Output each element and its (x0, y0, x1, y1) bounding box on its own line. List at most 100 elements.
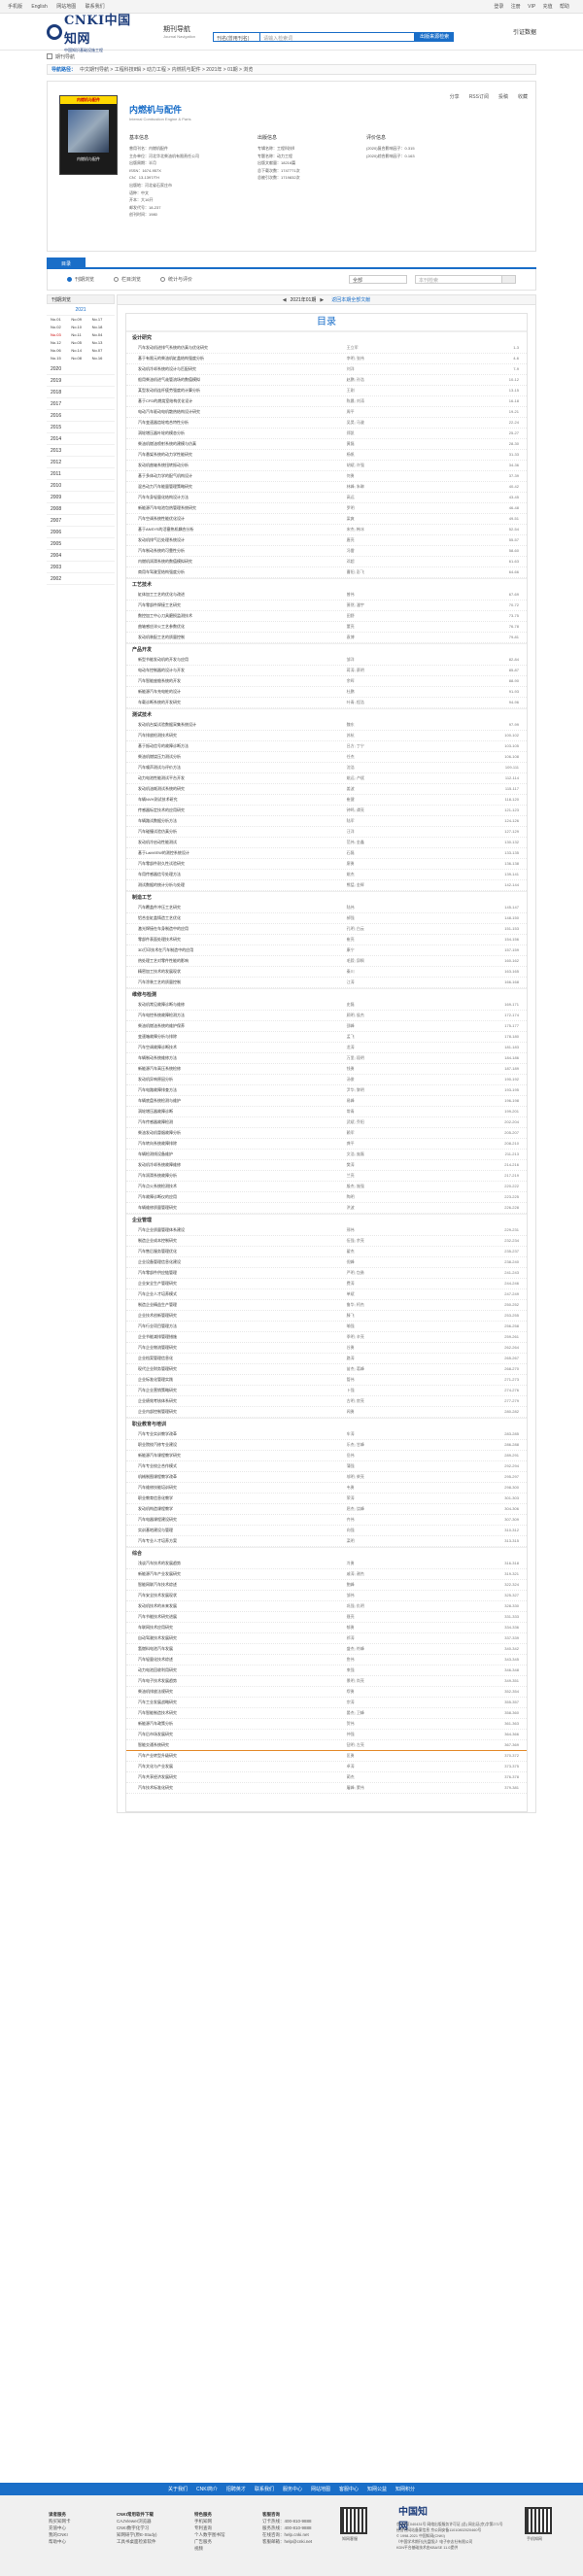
home-icon[interactable] (47, 53, 52, 59)
article-title-link[interactable]: 汽车文化与产业发展 (126, 1764, 347, 1769)
article-title-link[interactable]: 智能交通系统研究 (126, 1742, 347, 1748)
article-title-link[interactable]: 柴油发动机冒烟故障分析 (126, 1130, 347, 1136)
article-title-link[interactable]: 企业绩效考核体系研究 (126, 1398, 347, 1404)
article-title-link[interactable]: 职业院校汽修专业建设 (126, 1442, 347, 1448)
citation-data-link[interactable]: 引证数据 (513, 27, 536, 36)
article-title-link[interactable]: 内燃机润滑系统的数值模拟研究 (126, 559, 347, 565)
search-field-select[interactable]: 刊名(曾用刊名) (213, 31, 260, 42)
article-title-link[interactable]: 汽车零部件焊接工艺研究 (126, 602, 347, 608)
article-title-link[interactable]: 发动机冷却系统的设计与匹配研究 (126, 366, 347, 372)
article-title-link[interactable]: 新能源汽车电池包热管理系统研究 (126, 505, 347, 511)
article-title-link[interactable]: 汽车碰撞试验仿真分析 (126, 829, 347, 835)
article-title-link[interactable]: 汽车发动机进排气系统的仿真与优化研究 (126, 345, 347, 351)
article-title-link[interactable]: 汽车变速器齿轮啮合特性分析 (126, 420, 347, 426)
article-title-link[interactable]: 汽车电子技术发展趋势 (126, 1678, 347, 1684)
article-title-link[interactable]: 汽车企业物流管理研究 (126, 1345, 347, 1351)
year-item[interactable]: 2013 (47, 445, 115, 457)
issue-link[interactable]: No.10 (71, 325, 91, 329)
article-title-link[interactable]: 汽车电控系统故障检测方法 (126, 1013, 347, 1018)
article-title-link[interactable]: 制造企业精益生产管理 (126, 1302, 347, 1308)
article-title-link[interactable]: 发动机装配工艺的质量控制 (126, 635, 347, 640)
article-title-link[interactable]: 柴油机燃油系统的维护保养 (126, 1023, 347, 1029)
nav-path-text[interactable]: 中文期刊导航 > 工程科技Ⅱ辑 > 动力工程 > 内燃机与配件 > 2021年 … (80, 66, 253, 73)
article-title-link[interactable]: 电动车控制器的设计与开发 (126, 668, 347, 673)
issue-link[interactable]: No.14 (71, 348, 91, 353)
article-title-link[interactable]: 企业设备管理信息化建设 (126, 1259, 347, 1265)
article-title-link[interactable]: 商用车驾驶室结构强度分析 (126, 569, 347, 575)
article-title-link[interactable]: 汽车电器课程建设研究 (126, 1517, 347, 1523)
share-button[interactable]: 分享 (450, 93, 460, 100)
article-title-link[interactable]: 测试数据的统计分析与处理 (126, 882, 347, 888)
article-title-link[interactable]: 传感器标定技术的应用研究 (126, 807, 347, 813)
footer-link[interactable]: 专利查询 (194, 2524, 225, 2531)
prev-issue-button[interactable]: ◀ (283, 297, 287, 303)
year-item[interactable]: 2011 (47, 468, 115, 480)
footer-link[interactable]: 订卡热线：400-810-9888 (262, 2518, 312, 2524)
year-item[interactable]: 2008 (47, 503, 115, 515)
article-title-link[interactable]: 涡轮增压器故障诊断 (126, 1109, 347, 1115)
article-title-link[interactable]: 发动机冷启动性能测试 (126, 840, 347, 845)
article-title-link[interactable]: 汽车售后服务管理优化 (126, 1249, 347, 1254)
footer-link[interactable]: 视频 (194, 2545, 225, 2552)
article-title-link[interactable]: 动力电池回收利用研究 (126, 1667, 347, 1673)
article-title-link[interactable]: 曲轴感应淬火工艺参数优化 (126, 624, 347, 630)
article-title-link[interactable]: 新能源汽车高压系统检修 (126, 1066, 347, 1072)
article-title-link[interactable]: 车辆检测线设备维护 (126, 1151, 347, 1157)
article-title-link[interactable]: 企业档案管理信息化 (126, 1356, 347, 1361)
article-title-link[interactable]: 车用传感器信号处理方法 (126, 872, 347, 877)
article-title-link[interactable]: 车辆路试数据分析方法 (126, 818, 347, 824)
article-title-link[interactable]: 柴油机燃油喷射系统的建模与仿真 (126, 441, 347, 447)
issue-link[interactable]: No.08 (71, 356, 91, 361)
login-link[interactable]: 登录 (494, 4, 503, 10)
article-title-link[interactable]: 氢燃料电池汽车发展 (126, 1646, 347, 1652)
article-title-link[interactable]: 制造企业成本控制研究 (126, 1238, 347, 1244)
issue-link[interactable]: No.01 (51, 317, 71, 322)
article-title-link[interactable]: 发动机排气后处理系统设计 (126, 537, 347, 543)
article-title-link[interactable]: 3D打印技术在汽车制造中的应用 (126, 947, 347, 953)
search-button[interactable]: 出版来源检索 (415, 31, 455, 42)
article-title-link[interactable]: 车联网技术应用研究 (126, 1625, 347, 1631)
link-english[interactable]: English (31, 4, 47, 10)
year-item[interactable]: 2006 (47, 527, 115, 538)
article-title-link[interactable]: 基于ANSYS的活塞热机耦合分析 (126, 527, 347, 532)
article-title-link[interactable]: 汽车排放检测技术研究 (126, 733, 347, 738)
article-title-link[interactable]: 汽车电路故障排查方法 (126, 1087, 347, 1093)
footer-nav-link[interactable]: 知网积分 (395, 2486, 415, 2492)
year-item[interactable]: 2014 (47, 433, 115, 445)
footer-link[interactable]: 个人数字图书馆 (194, 2531, 225, 2538)
breadcrumb-label[interactable]: 期刊导航 (55, 53, 75, 60)
year-item[interactable]: 2019 (47, 375, 115, 387)
article-title-link[interactable]: 汽车智能座舱系统的开发 (126, 678, 347, 684)
year-item[interactable]: 2009 (47, 492, 115, 503)
article-title-link[interactable]: 基于LabVIEW的测控系统设计 (126, 850, 347, 856)
article-title-link[interactable]: 激光焊接在车身制造中的应用 (126, 926, 347, 932)
issue-link[interactable]: No.11 (71, 332, 91, 337)
issue-link[interactable]: No.17 (92, 317, 113, 322)
next-issue-button[interactable]: ▶ (320, 297, 324, 303)
article-title-link[interactable]: 汽车点火系统检测技术 (126, 1184, 347, 1189)
article-title-link[interactable]: 汽车专业人才培养方案 (126, 1538, 347, 1544)
article-title-link[interactable]: 汽车智能制造技术研究 (126, 1710, 347, 1716)
article-title-link[interactable]: 汽车产业转型升级研究 (126, 1753, 347, 1759)
article-title-link[interactable]: 零部件表面处理技术研究 (126, 937, 347, 943)
article-title-link[interactable]: 汽车空调故障诊断技术 (126, 1045, 347, 1050)
article-title-link[interactable]: 汽车零部件供应链管理 (126, 1270, 347, 1276)
issue-link[interactable]: No.05 (71, 340, 91, 345)
issue-link[interactable]: No.15 (51, 356, 71, 361)
article-title-link[interactable]: 企业安全生产管理研究 (126, 1281, 347, 1287)
article-title-link[interactable]: 汽车制动系统的可靠性分析 (126, 548, 347, 554)
article-title-link[interactable]: 企业技术创新管理研究 (126, 1313, 347, 1319)
article-title-link[interactable]: 铝合金缸盖铸造工艺优化 (126, 915, 347, 921)
journal-search-input[interactable]: 本刊检索 (415, 275, 502, 284)
article-title-link[interactable]: 新能源汽车课程教学研究 (126, 1453, 347, 1459)
article-title-link[interactable]: 新能源汽车政策分析 (126, 1721, 347, 1727)
article-title-link[interactable]: 基于CFD的燃烧室结构优化设计 (126, 398, 347, 404)
article-title-link[interactable]: 基于有限元的柴油机缸盖结构强度分析 (126, 356, 347, 361)
register-link[interactable]: 注册 (511, 4, 521, 10)
article-title-link[interactable]: 基于振动信号的故障诊断方法 (126, 743, 347, 749)
article-title-link[interactable]: 汽车企业人才培养模式 (126, 1291, 347, 1297)
article-title-link[interactable]: 机械制图课程教学改革 (126, 1474, 347, 1480)
submit-button[interactable]: 投稿 (498, 93, 508, 100)
article-title-link[interactable]: 车辆制动系统维修方法 (126, 1055, 347, 1061)
issue-link[interactable]: No.09 (71, 317, 91, 322)
